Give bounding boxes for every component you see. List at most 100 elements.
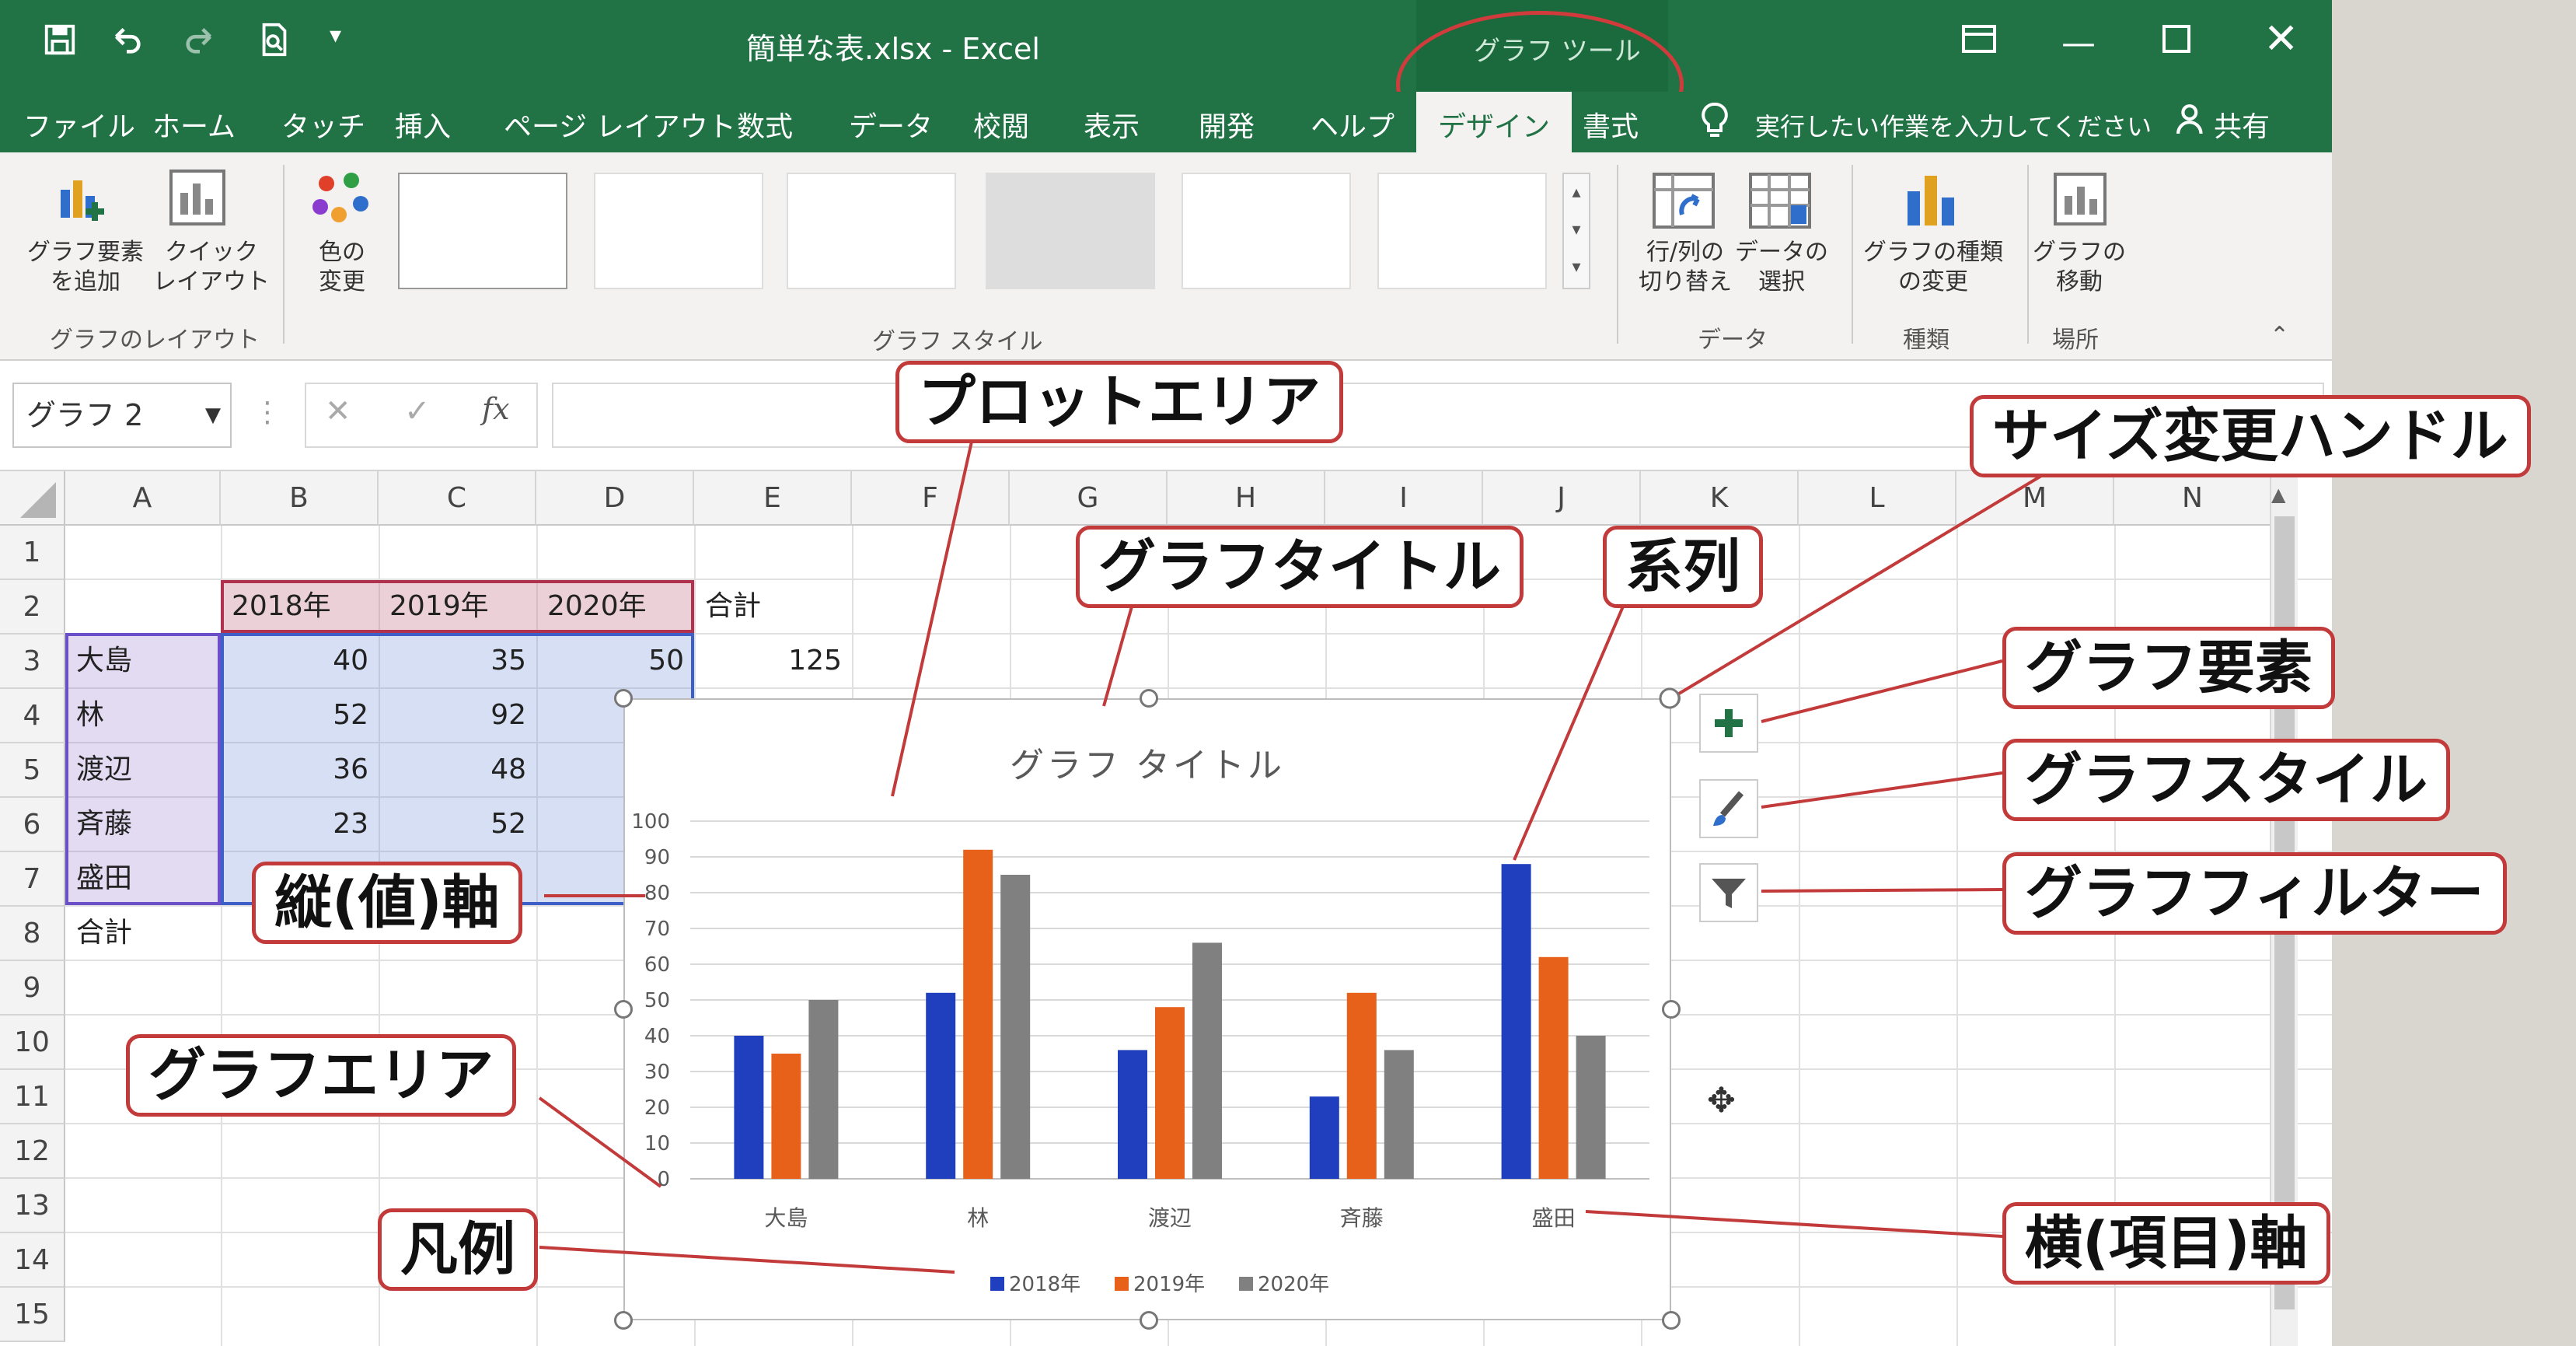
chart-style-thumb-2[interactable] (594, 173, 763, 289)
tab-page-layout[interactable]: ページ レイアウト (504, 104, 736, 145)
row-header-7[interactable]: 7 (0, 852, 65, 907)
row-header-6[interactable]: 6 (0, 798, 65, 852)
cell-b4[interactable]: 52 (222, 689, 378, 742)
row-header-11[interactable]: 11 (0, 1070, 65, 1124)
move-chart-button[interactable]: グラフの 移動 (2029, 238, 2130, 297)
chart-area[interactable]: グラフ タイトル 0 10 20 30 40 50 60 70 80 90 100 大島林渡辺 斉藤 盛田… (623, 698, 1671, 1320)
maximize-icon[interactable] (2162, 25, 2190, 53)
row-header-3[interactable]: 3 (0, 635, 65, 689)
column-header-k[interactable]: K (1641, 471, 1799, 526)
undo-icon[interactable] (107, 22, 146, 65)
chart-style-thumb-1[interactable] (398, 173, 567, 289)
resize-handle[interactable] (1140, 1311, 1158, 1330)
row-header-1[interactable]: 1 (0, 526, 65, 580)
style-gallery-scroll[interactable]: ▴ ▾ ▾ (1562, 173, 1590, 289)
tab-formulas[interactable]: 数式 (737, 104, 793, 145)
row-header-9[interactable]: 9 (0, 961, 65, 1016)
resize-handle[interactable] (614, 1311, 633, 1330)
cell-a8[interactable]: 合計 (67, 907, 221, 960)
cell-c5[interactable]: 48 (380, 743, 536, 796)
tab-format[interactable]: 書式 (1583, 104, 1639, 145)
cell-e3[interactable]: 125 (696, 635, 851, 687)
minimize-icon[interactable]: — (2061, 23, 2096, 63)
chart-elements-button[interactable] (1699, 694, 1758, 753)
tab-view[interactable]: 表示 (1084, 104, 1140, 145)
column-header-a[interactable]: A (65, 471, 221, 526)
close-icon[interactable]: ✕ (2264, 14, 2299, 63)
resize-handle[interactable] (614, 689, 633, 708)
change-colors-button[interactable]: 色の 変更 (294, 238, 390, 297)
chart-style-thumb-3[interactable] (787, 173, 956, 289)
row-header-12[interactable]: 12 (0, 1124, 65, 1179)
name-box[interactable]: グラフ 2 ▼ (12, 383, 232, 448)
column-header-m[interactable]: M (1956, 471, 2114, 526)
add-chart-element-button[interactable]: グラフ要素 を追加 (16, 238, 155, 297)
column-header-i[interactable]: I (1325, 471, 1483, 526)
cell-e2[interactable]: 合計 (696, 580, 851, 633)
column-header-d[interactable]: D (536, 471, 694, 526)
tab-help[interactable]: ヘルプ (1311, 104, 1394, 145)
tell-me-search[interactable]: 実行したい作業を入力してください (1755, 107, 2152, 143)
row-header-8[interactable]: 8 (0, 907, 65, 961)
row-header-13[interactable]: 13 (0, 1179, 65, 1233)
column-header-c[interactable]: C (379, 471, 536, 526)
name-box-dropdown-icon[interactable]: ▼ (205, 384, 221, 446)
tab-data[interactable]: データ (849, 104, 933, 145)
tab-review[interactable]: 校閲 (973, 104, 1029, 145)
customize-icon[interactable]: ▾ (330, 22, 341, 49)
column-header-f[interactable]: F (852, 471, 1010, 526)
tab-file[interactable]: ファイル (23, 104, 135, 145)
cancel-icon[interactable]: ✕ (325, 393, 351, 429)
chart-style-thumb-6[interactable] (1377, 173, 1547, 289)
chart-styles-button[interactable] (1699, 779, 1758, 838)
column-header-l[interactable]: L (1799, 471, 1956, 526)
cell-c3[interactable]: 35 (380, 635, 536, 687)
redo-icon[interactable] (180, 22, 219, 65)
scroll-up-icon[interactable]: ▲ (2271, 484, 2285, 505)
select-data-button[interactable]: データの 選択 (1727, 238, 1836, 297)
chart-filter-button[interactable] (1699, 863, 1758, 922)
select-all-corner[interactable] (0, 471, 65, 526)
share-button[interactable]: 共有 (2214, 104, 2270, 145)
resize-handle[interactable] (1662, 1000, 1681, 1019)
cell-b3[interactable]: 40 (222, 635, 378, 687)
cell-b2[interactable]: 2018年 (222, 580, 378, 633)
resize-handle[interactable] (1140, 689, 1158, 708)
row-header-2[interactable]: 2 (0, 580, 65, 635)
switch-row-column-button[interactable]: 行/列の 切り替え (1631, 238, 1740, 297)
column-header-n[interactable]: N (2114, 471, 2272, 526)
cell-a5[interactable]: 渡辺 (67, 743, 221, 796)
column-header-h[interactable]: H (1168, 471, 1325, 526)
column-header-g[interactable]: G (1010, 471, 1168, 526)
column-header-b[interactable]: B (221, 471, 379, 526)
resize-handle[interactable] (614, 1000, 633, 1019)
tab-home[interactable]: ホーム (152, 104, 236, 145)
column-header-e[interactable]: E (694, 471, 852, 526)
enter-icon[interactable]: ✓ (404, 393, 431, 429)
resize-handle[interactable] (1662, 689, 1681, 708)
cell-a6[interactable]: 斉藤 (67, 798, 221, 851)
insert-function-icon[interactable]: fx (482, 392, 510, 426)
cell-b6[interactable]: 23 (222, 798, 378, 851)
row-header-10[interactable]: 10 (0, 1016, 65, 1070)
cell-c4[interactable]: 92 (380, 689, 536, 742)
cell-d3[interactable]: 50 (538, 635, 693, 687)
cell-a3[interactable]: 大島 (67, 635, 221, 687)
cell-c2[interactable]: 2019年 (380, 580, 536, 633)
resize-handle[interactable] (1662, 1311, 1681, 1330)
print-preview-icon[interactable] (257, 22, 292, 65)
share-icon[interactable] (2176, 103, 2209, 138)
chart-style-thumb-5[interactable] (1182, 173, 1351, 289)
tab-design[interactable]: デザイン (1416, 92, 1572, 152)
cell-a4[interactable]: 林 (67, 689, 221, 742)
row-header-15[interactable]: 15 (0, 1288, 65, 1342)
tab-insert[interactable]: 挿入 (395, 104, 451, 145)
row-header-5[interactable]: 5 (0, 743, 65, 798)
tab-touch[interactable]: タッチ (281, 104, 365, 145)
row-header-4[interactable]: 4 (0, 689, 65, 743)
save-icon[interactable] (42, 22, 78, 65)
collapse-ribbon-icon[interactable]: ⌃ (2270, 322, 2289, 349)
cell-a7[interactable]: 盛田 (67, 852, 221, 905)
change-chart-type-button[interactable]: グラフの種類 の変更 (1859, 238, 2007, 297)
chart-style-thumb-4[interactable] (986, 173, 1155, 289)
